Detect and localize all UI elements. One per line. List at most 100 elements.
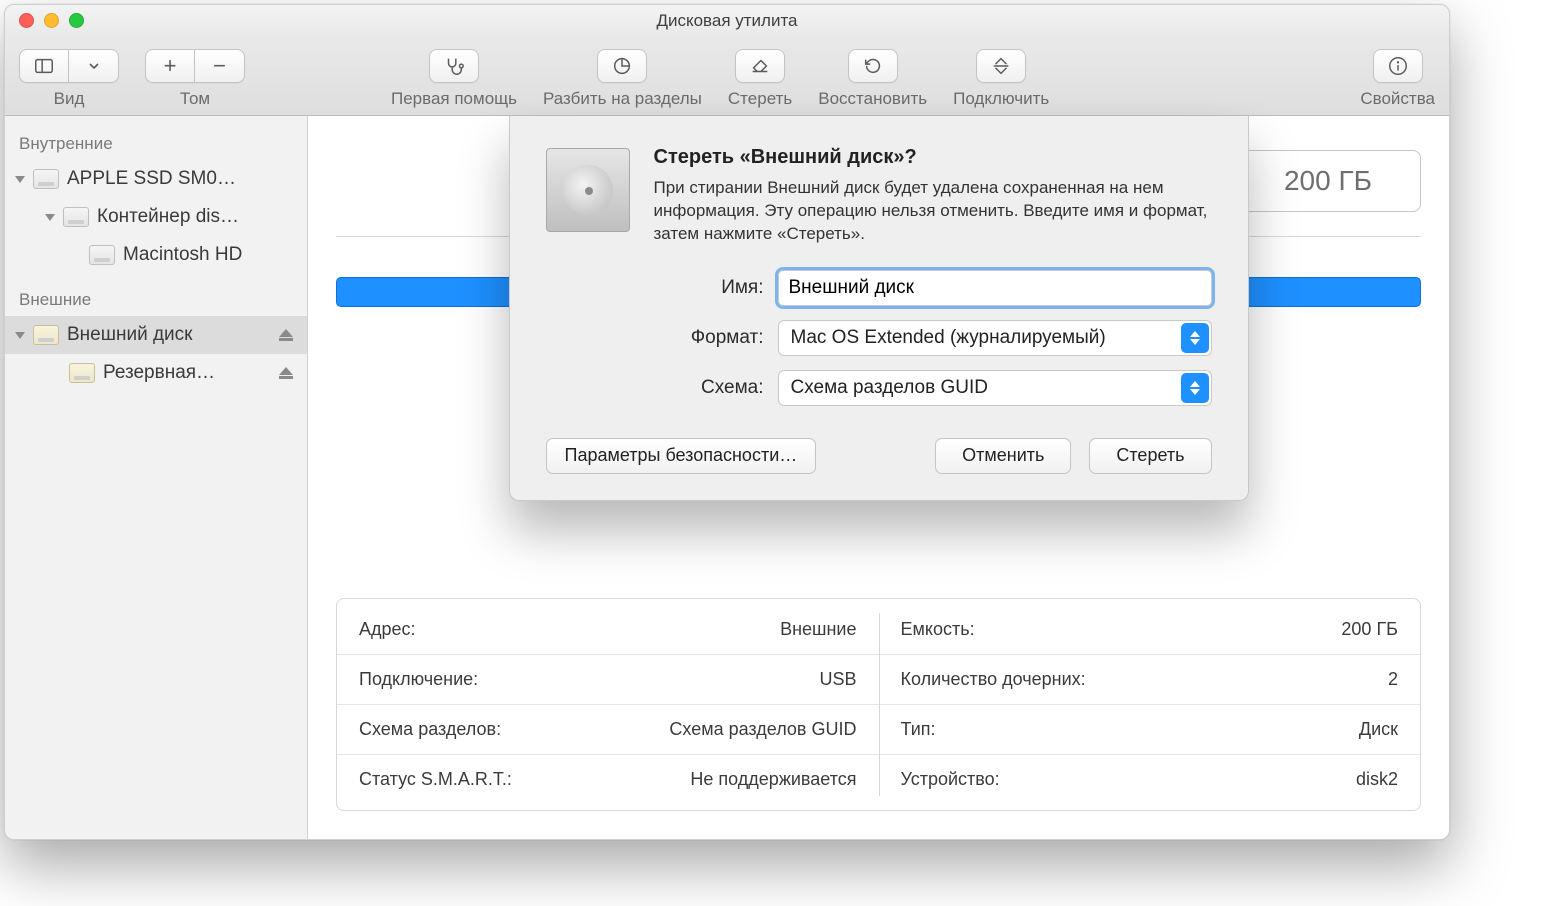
scheme-select[interactable]: Схема разделов GUID [778, 370, 1212, 406]
mount-icon [990, 55, 1012, 77]
close-icon[interactable] [19, 13, 34, 28]
disclosure-triangle-icon[interactable] [45, 214, 55, 221]
detail-value: USB [819, 669, 856, 690]
name-input[interactable] [778, 270, 1212, 306]
sidebar-item-macintosh-hd[interactable]: Macintosh HD [5, 236, 307, 274]
sidebar-item-container[interactable]: Контейнер dis… [5, 198, 307, 236]
select-stepper-icon [1181, 373, 1209, 403]
detail-row: Подключение: USB [337, 654, 879, 704]
container-drive-icon [63, 207, 89, 227]
detail-row: Схема разделов: Схема разделов GUID [337, 704, 879, 754]
sidebar-item-label: Резервная… [103, 362, 215, 384]
toolbar-restore-label: Восстановить [818, 89, 927, 109]
view-menu-button[interactable] [69, 49, 119, 83]
view-mode-button[interactable] [19, 49, 69, 83]
detail-value: Не поддерживается [690, 769, 856, 790]
minus-icon: − [213, 53, 226, 79]
detail-key: Схема разделов: [359, 719, 501, 740]
disclosure-triangle-icon[interactable] [15, 332, 25, 339]
toolbar-restore: Восстановить [818, 49, 927, 109]
capacity-badge: 200 ГБ [1235, 150, 1421, 212]
eject-icon[interactable] [279, 367, 293, 379]
sidebar-item-backup[interactable]: Резервная… [5, 354, 307, 392]
detail-row: Адрес: Внешние [337, 605, 879, 654]
sidebar-item-internal-disk[interactable]: APPLE SSD SM0… [5, 160, 307, 198]
window-title: Дисковая утилита [656, 11, 797, 31]
sheet-actions: Параметры безопасности… Отменить Стереть [546, 438, 1212, 474]
disclosure-triangle-icon[interactable] [15, 176, 25, 183]
detail-row: Количество дочерних: 2 [879, 654, 1421, 704]
details-right-column: Емкость: 200 ГБ Количество дочерних: 2 Тип… [879, 599, 1421, 810]
remove-volume-button[interactable]: − [195, 49, 245, 83]
toolbar-first-aid-label: Первая помощь [391, 89, 517, 109]
sidebar-item-label: Контейнер dis… [97, 206, 239, 228]
info-icon [1387, 55, 1409, 77]
details-left-column: Адрес: Внешние Подключение: USB Схема разд… [337, 599, 879, 810]
detail-key: Статус S.M.A.R.T.: [359, 769, 512, 790]
toolbar-partition: Разбить на разделы [543, 49, 702, 109]
erase-button[interactable] [735, 49, 785, 83]
toolbar-erase-label: Стереть [728, 89, 792, 109]
detail-key: Адрес: [359, 619, 416, 640]
toolbar-erase: Стереть [728, 49, 792, 109]
name-label: Имя: [654, 277, 764, 299]
detail-key: Емкость: [901, 619, 975, 640]
plus-icon: + [164, 53, 177, 79]
detail-value: 2 [1388, 669, 1398, 690]
detail-key: Устройство: [901, 769, 1000, 790]
detail-key: Количество дочерних: [901, 669, 1086, 690]
format-label: Формат: [654, 327, 764, 349]
info-button[interactable] [1373, 49, 1423, 83]
sheet-title: Стереть «Внешний диск»? [654, 146, 1212, 169]
internal-drive-icon [33, 169, 59, 189]
sidebar-item-external-disk[interactable]: Внешний диск [5, 316, 307, 354]
partition-button[interactable] [597, 49, 647, 83]
pie-icon [611, 55, 633, 77]
erase-sheet: Стереть «Внешний диск»? При стирании Вне… [509, 116, 1249, 501]
toolbar-partition-label: Разбить на разделы [543, 89, 702, 109]
toolbar: Вид + − Том Первая помощь Разбить на раз… [5, 37, 1449, 116]
sidebar-toggle-icon [33, 55, 55, 77]
toolbar-first-aid: Первая помощь [391, 49, 517, 109]
format-value: Mac OS Extended (журналируемый) [791, 327, 1106, 349]
erase-confirm-button[interactable]: Стереть [1089, 438, 1211, 474]
detail-value: Схема разделов GUID [669, 719, 856, 740]
security-options-button[interactable]: Параметры безопасности… [546, 438, 817, 474]
detail-row: Статус S.M.A.R.T.: Не поддерживается [337, 754, 879, 804]
sidebar-internal-header: Внутренние [5, 128, 307, 160]
toolbar-mount: Подключить [953, 49, 1049, 109]
first-aid-button[interactable] [429, 49, 479, 83]
sheet-message: При стирании Внешний диск будет удалена … [654, 177, 1212, 246]
details-card: Адрес: Внешние Подключение: USB Схема разд… [336, 598, 1421, 811]
minimize-icon[interactable] [44, 13, 59, 28]
detail-value: disk2 [1356, 769, 1398, 790]
detail-value: Внешние [780, 619, 856, 640]
content-body: Внутренние APPLE SSD SM0… Контейнер dis…… [5, 116, 1449, 839]
hard-drive-icon [546, 148, 630, 232]
toolbar-view-label: Вид [54, 89, 85, 109]
external-drive-icon [33, 325, 59, 345]
add-volume-button[interactable]: + [145, 49, 195, 83]
select-stepper-icon [1181, 323, 1209, 353]
toolbar-view: Вид [19, 49, 119, 109]
sidebar-item-label: Macintosh HD [123, 244, 242, 266]
detail-row: Тип:Диск [879, 704, 1421, 754]
external-volume-icon [69, 363, 95, 383]
toolbar-info-label: Свойства [1360, 89, 1435, 109]
restore-button[interactable] [848, 49, 898, 83]
scheme-value: Схема разделов GUID [791, 377, 988, 399]
cancel-button[interactable]: Отменить [935, 438, 1071, 474]
toolbar-info: Свойства [1360, 49, 1435, 109]
sidebar-item-label: APPLE SSD SM0… [67, 168, 236, 190]
zoom-icon[interactable] [69, 13, 84, 28]
eject-icon[interactable] [279, 329, 293, 341]
detail-value: 200 ГБ [1341, 619, 1398, 640]
detail-row: Устройство: disk2 [879, 754, 1421, 804]
toolbar-volume: + − Том [145, 49, 245, 109]
titlebar: Дисковая утилита [5, 5, 1449, 37]
detail-key: Подключение: [359, 669, 478, 690]
sidebar-item-label: Внешний диск [67, 324, 193, 346]
mount-button[interactable] [976, 49, 1026, 83]
sidebar-external-header: Внешние [5, 284, 307, 316]
format-select[interactable]: Mac OS Extended (журналируемый) [778, 320, 1212, 356]
